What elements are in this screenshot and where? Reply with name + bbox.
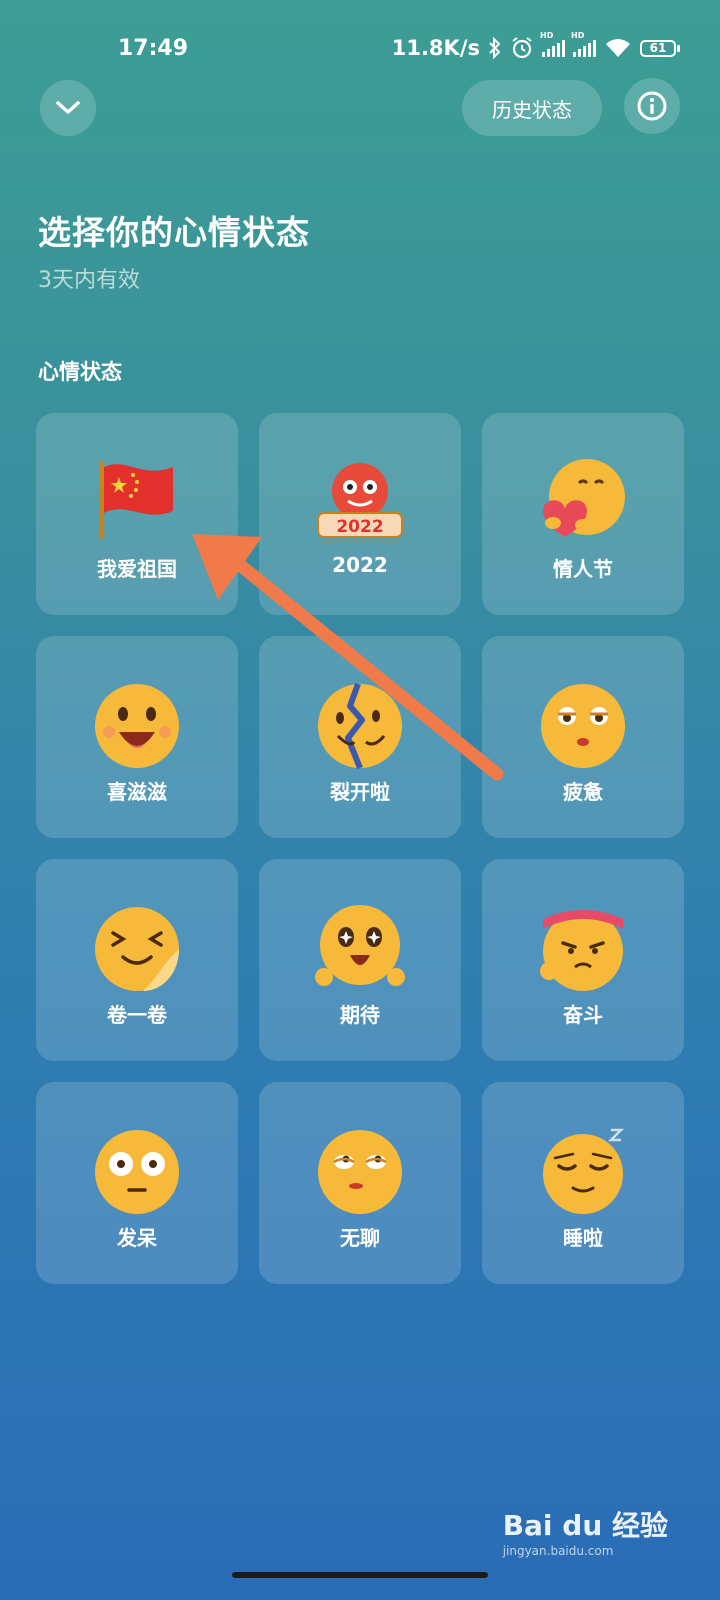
- mood-label: 睡啦: [563, 1226, 603, 1250]
- mood-card-love-country[interactable]: 我爱祖国: [36, 413, 238, 615]
- mood-label: 疲惫: [563, 780, 603, 804]
- page-title: 选择你的心情状态: [38, 213, 310, 252]
- mood-grid: 我爱祖国 2022 2022 情人节 喜滋滋 裂开啦 疲惫 卷一卷 期待 奋斗 …: [36, 413, 684, 1284]
- headband-emoji-icon: [540, 910, 623, 991]
- info-icon: [637, 91, 667, 121]
- mood-label: 发呆: [117, 1226, 157, 1250]
- curled-emoji-icon: [95, 907, 179, 991]
- mood-card-curl[interactable]: 卷一卷: [36, 859, 238, 1061]
- happy-emoji-icon: [95, 684, 179, 768]
- alarm-icon: [512, 37, 532, 59]
- bluetooth-icon: [489, 37, 501, 59]
- mood-card-strive[interactable]: 奋斗: [482, 859, 684, 1061]
- mood-card-sleep[interactable]: 睡啦: [482, 1082, 684, 1284]
- status-icons: 11.8K/s HD HD 61: [391, 31, 680, 60]
- page-subtitle: 3天内有效: [38, 268, 140, 293]
- watermark-url: jingyan.baidu.com: [502, 1544, 614, 1558]
- mood-card-valentine[interactable]: 情人节: [482, 413, 684, 615]
- wifi-icon: [606, 39, 630, 57]
- heart-hug-emoji-icon: [543, 459, 625, 537]
- hd-signal-icon: HD: [540, 31, 565, 57]
- china-flag-icon: [99, 461, 173, 539]
- svg-text:2022: 2022: [336, 517, 383, 537]
- watermark-brand: Bai du 经验: [502, 1509, 668, 1542]
- mood-card-expect[interactable]: 期待: [259, 859, 461, 1061]
- mood-label: 裂开啦: [330, 780, 390, 804]
- hd-signal-icon: HD: [571, 31, 596, 57]
- mood-card-daze[interactable]: 发呆: [36, 1082, 238, 1284]
- lion-dance-2022-icon: 2022: [317, 463, 403, 538]
- mood-label: 无聊: [340, 1226, 380, 1250]
- network-speed: 11.8K/s: [391, 36, 480, 60]
- hd-label: HD: [571, 31, 585, 40]
- mood-label: 卷一卷: [107, 1003, 167, 1027]
- mood-card-happy[interactable]: 喜滋滋: [36, 636, 238, 838]
- mood-label: 情人节: [553, 557, 613, 581]
- mood-label: 2022: [332, 553, 388, 577]
- status-bar: 17:49 11.8K/s HD HD 61: [0, 31, 720, 66]
- starry-eyes-emoji-icon: [315, 905, 405, 986]
- hd-label: HD: [540, 31, 554, 40]
- dazed-emoji-icon: [95, 1130, 179, 1214]
- mood-card-bored[interactable]: 无聊: [259, 1082, 461, 1284]
- tired-emoji-icon: [541, 684, 625, 768]
- mood-label: 我爱祖国: [97, 557, 177, 581]
- section-label: 心情状态: [38, 360, 122, 384]
- collapse-button[interactable]: [40, 80, 96, 136]
- mood-card-cracked[interactable]: 裂开啦: [259, 636, 461, 838]
- battery-icon: 61: [640, 39, 680, 57]
- chevron-down-icon: [56, 101, 80, 114]
- sleeping-emoji-icon: [543, 1128, 625, 1214]
- mood-label: 期待: [340, 1003, 380, 1027]
- clock: 17:49: [118, 36, 189, 61]
- home-indicator[interactable]: [232, 1572, 488, 1578]
- mood-label: 奋斗: [563, 1003, 603, 1027]
- battery-level: 61: [640, 39, 676, 57]
- history-status-button[interactable]: 历史状态: [462, 80, 602, 136]
- baidu-watermark: Bai du 经验 jingyan.baidu.com: [503, 1504, 668, 1558]
- info-button[interactable]: [624, 78, 680, 134]
- mood-label: 喜滋滋: [107, 780, 167, 804]
- mood-card-tired[interactable]: 疲惫: [482, 636, 684, 838]
- mood-card-2022[interactable]: 2022 2022: [259, 413, 461, 615]
- bored-emoji-icon: [318, 1130, 402, 1214]
- cracked-emoji-icon: [318, 682, 402, 770]
